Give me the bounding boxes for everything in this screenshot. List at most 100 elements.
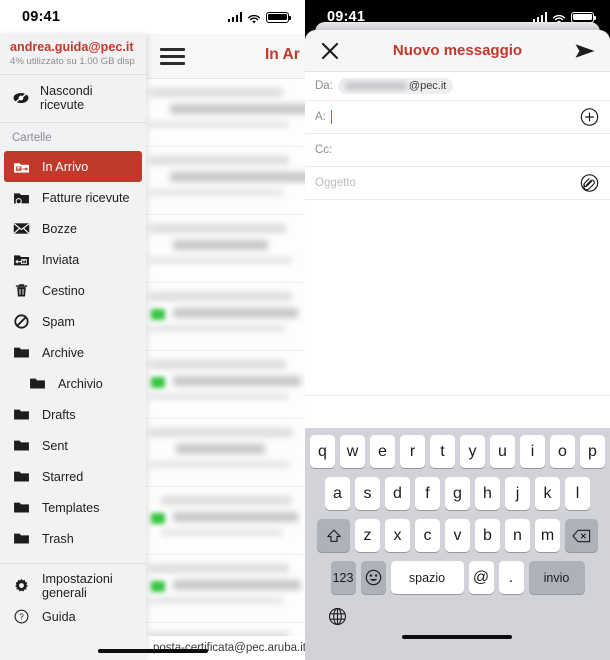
table-row[interactable] bbox=[145, 283, 305, 351]
key-x[interactable]: x bbox=[385, 519, 410, 552]
row-line bbox=[173, 580, 301, 590]
question-circle-icon: ? bbox=[12, 609, 30, 625]
sidebar-item-trash[interactable]: Trash bbox=[0, 523, 146, 554]
page-title: Nuovo messaggio bbox=[392, 42, 523, 59]
dot-key[interactable]: . bbox=[498, 561, 524, 594]
status-bar-time: 09:41 bbox=[22, 9, 61, 25]
row-line bbox=[170, 172, 305, 182]
sidebar-item-cestino[interactable]: Cestino bbox=[0, 275, 146, 306]
key-w[interactable]: w bbox=[340, 435, 365, 468]
sidebar-item-sent[interactable]: Sent bbox=[0, 430, 146, 461]
hamburger-menu-icon[interactable] bbox=[160, 48, 185, 65]
key-z[interactable]: z bbox=[355, 519, 380, 552]
key-o[interactable]: o bbox=[550, 435, 575, 468]
unread-indicator bbox=[151, 581, 165, 592]
sidebar-item-archivio[interactable]: Archivio bbox=[0, 368, 146, 399]
masked-address bbox=[344, 82, 407, 90]
status-bar-icons bbox=[227, 11, 291, 23]
at-key[interactable]: @ bbox=[468, 561, 494, 594]
key-b[interactable]: b bbox=[475, 519, 500, 552]
sidebar-item-fatture-ricevute[interactable]: Fatture ricevute bbox=[0, 182, 146, 213]
key-l[interactable]: l bbox=[565, 477, 590, 510]
eye-slash-icon bbox=[12, 90, 30, 106]
key-k[interactable]: k bbox=[535, 477, 560, 510]
table-row[interactable] bbox=[145, 351, 305, 419]
send-paperplane-icon[interactable] bbox=[574, 41, 596, 61]
sidebar-item-inviata[interactable]: Inviata bbox=[0, 244, 146, 275]
key-a[interactable]: a bbox=[325, 477, 350, 510]
on-screen-keyboard[interactable]: q w e r t y u i o p a s d f g h j k l z … bbox=[305, 428, 610, 660]
table-row[interactable] bbox=[145, 555, 305, 623]
key-q[interactable]: q bbox=[310, 435, 335, 468]
sidebar-item-spam[interactable]: Spam bbox=[0, 306, 146, 337]
compose-toolbar: Nuovo messaggio bbox=[305, 30, 610, 72]
key-y[interactable]: y bbox=[460, 435, 485, 468]
signal-icon bbox=[227, 12, 242, 22]
left-status-bar: 09:41 bbox=[0, 0, 305, 34]
table-row[interactable] bbox=[145, 215, 305, 283]
sidebar-item-impostazioni-generali[interactable]: Impostazioni generali bbox=[0, 570, 146, 601]
message-body-area[interactable] bbox=[305, 200, 610, 396]
space-key[interactable]: spazio bbox=[390, 561, 464, 594]
enter-key[interactable]: invio bbox=[528, 561, 585, 594]
shift-icon[interactable] bbox=[317, 519, 350, 552]
plus-circle-icon[interactable] bbox=[580, 108, 599, 127]
key-j[interactable]: j bbox=[505, 477, 530, 510]
key-i[interactable]: i bbox=[520, 435, 545, 468]
globe-icon[interactable] bbox=[328, 607, 347, 626]
cc-label: Cc: bbox=[315, 144, 333, 156]
backspace-icon[interactable] bbox=[565, 519, 598, 552]
sidebar-item-drafts[interactable]: Drafts bbox=[0, 399, 146, 430]
emoji-icon[interactable] bbox=[360, 561, 386, 594]
sidebar-item-archive[interactable]: Archive bbox=[0, 337, 146, 368]
sidebar-item-in-arrivo[interactable]: In Arrivo bbox=[4, 151, 142, 182]
row-line bbox=[173, 308, 298, 318]
from-value-pill[interactable]: @pec.it bbox=[337, 78, 454, 94]
key-v[interactable]: v bbox=[445, 519, 470, 552]
email-list[interactable]: posta-certificata@pec.aruba.it bbox=[145, 79, 305, 660]
key-t[interactable]: t bbox=[430, 435, 455, 468]
home-indicator[interactable] bbox=[402, 634, 512, 639]
key-f[interactable]: f bbox=[415, 477, 440, 510]
battery-icon bbox=[571, 11, 596, 23]
table-row[interactable] bbox=[145, 147, 305, 215]
table-row[interactable] bbox=[145, 419, 305, 487]
key-s[interactable]: s bbox=[355, 477, 380, 510]
compose-sheet: Nuovo messaggio Da: @pec.it A: Cc: Ogget… bbox=[305, 30, 610, 660]
key-r[interactable]: r bbox=[400, 435, 425, 468]
key-h[interactable]: h bbox=[475, 477, 500, 510]
table-row[interactable] bbox=[145, 487, 305, 555]
key-g[interactable]: g bbox=[445, 477, 470, 510]
sidebar-item-guida[interactable]: ? Guida bbox=[0, 601, 146, 632]
cc-field[interactable]: Cc: bbox=[305, 134, 610, 167]
sidebar-item-templates[interactable]: Templates bbox=[0, 492, 146, 523]
sidebar-item-bozze[interactable]: Bozze bbox=[0, 213, 146, 244]
sidebar-item-label: Drafts bbox=[42, 407, 76, 422]
key-e[interactable]: e bbox=[370, 435, 395, 468]
sidebar-item-starred[interactable]: Starred bbox=[0, 461, 146, 492]
paperclip-icon[interactable] bbox=[580, 174, 599, 193]
sidebar-item-label: Guida bbox=[42, 609, 76, 624]
keyboard-row-3: z x c v b n m bbox=[305, 519, 610, 552]
numbers-key[interactable]: 123 bbox=[330, 561, 356, 594]
hide-receipts-toggle[interactable]: Nascondi ricevute bbox=[0, 75, 146, 122]
close-icon[interactable] bbox=[320, 41, 340, 61]
keyboard-row-4: 123 spazio @ . invio bbox=[305, 561, 610, 594]
divider bbox=[0, 563, 146, 564]
key-d[interactable]: d bbox=[385, 477, 410, 510]
key-n[interactable]: n bbox=[505, 519, 530, 552]
key-c[interactable]: c bbox=[415, 519, 440, 552]
account-summary[interactable]: andrea.guida@pec.it 4% utilizzato su 1.0… bbox=[0, 34, 146, 74]
home-indicator[interactable] bbox=[98, 648, 208, 653]
row-line bbox=[170, 104, 305, 114]
table-row[interactable] bbox=[145, 79, 305, 147]
wifi-icon bbox=[552, 12, 566, 23]
key-u[interactable]: u bbox=[490, 435, 515, 468]
row-line bbox=[149, 121, 289, 128]
key-m[interactable]: m bbox=[535, 519, 560, 552]
to-field[interactable]: A: bbox=[305, 101, 610, 134]
from-field[interactable]: Da: @pec.it bbox=[305, 72, 610, 101]
subject-field[interactable]: Oggetto bbox=[305, 167, 610, 200]
block-icon bbox=[12, 314, 30, 330]
key-p[interactable]: p bbox=[580, 435, 605, 468]
